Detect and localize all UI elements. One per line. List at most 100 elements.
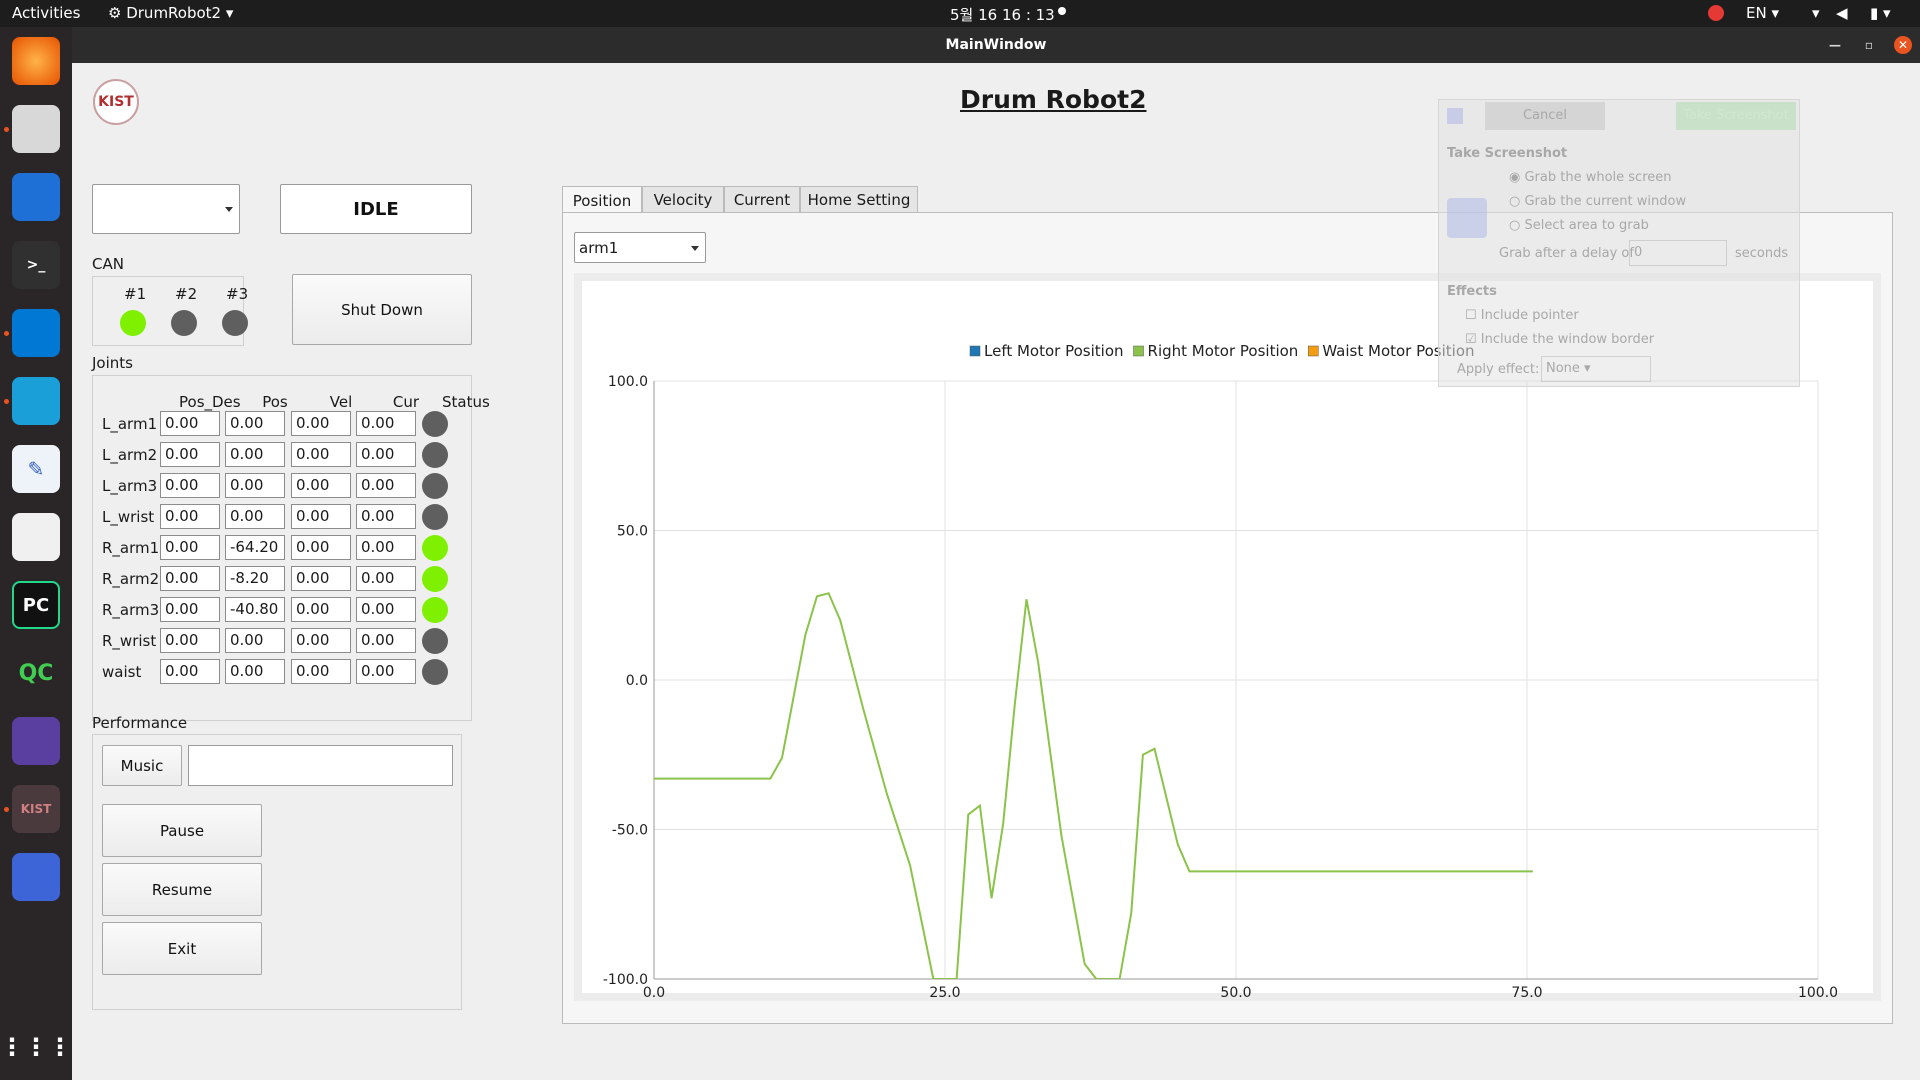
joint-status-led [422, 442, 448, 468]
screenshot-dialog: Cancel Take Screenshot Take Screenshot ◉… [1438, 99, 1800, 387]
grab-whole-screen-option[interactable]: ◉ Grab the whole screen [1509, 170, 1672, 185]
screenshot-icon[interactable] [12, 853, 60, 901]
clock[interactable]: 5월 16 16 : 13 [950, 4, 1055, 25]
joint-pos-des-field[interactable]: 0.00 [160, 504, 220, 529]
joint-cur-field[interactable]: 0.00 [356, 535, 416, 560]
shut-down-button[interactable]: Shut Down [292, 274, 472, 345]
close-button[interactable]: ✕ [1894, 36, 1912, 54]
joint-name: R_wrist [102, 632, 157, 650]
maximize-button[interactable]: ▫ [1860, 36, 1878, 54]
minimize-button[interactable]: — [1826, 36, 1844, 54]
resume-button[interactable]: Resume [102, 863, 262, 916]
firefox-icon[interactable] [12, 37, 60, 85]
joint-cur-field[interactable]: 0.00 [356, 442, 416, 467]
app-menu[interactable]: ⚙ DrumRobot2 ▾ [108, 4, 233, 22]
joints-title: Joints [92, 354, 133, 372]
music-file-input[interactable] [188, 745, 453, 786]
joint-cur-field[interactable]: 0.00 [356, 597, 416, 622]
notification-dot [1058, 7, 1066, 15]
joint-vel-field[interactable]: 0.00 [291, 473, 351, 498]
joint-name: L_arm1 [102, 415, 158, 433]
joint-cur-field[interactable]: 0.00 [356, 628, 416, 653]
qt-creator-icon[interactable]: QC [12, 649, 60, 697]
joint-vel-field[interactable]: 0.00 [291, 628, 351, 653]
activities-button[interactable]: Activities [12, 4, 80, 22]
music-button[interactable]: Music [102, 745, 182, 786]
joint-pos-field[interactable]: 0.00 [225, 442, 285, 467]
joint-pos-field[interactable]: 0.00 [225, 628, 285, 653]
language-indicator[interactable]: EN ▾ [1746, 4, 1779, 22]
wifi-icon[interactable]: ▾ [1812, 4, 1820, 22]
grab-window-option[interactable]: ○ Grab the current window [1509, 194, 1686, 209]
joint-pos-des-field[interactable]: 0.00 [160, 566, 220, 591]
joint-vel-field[interactable]: 0.00 [291, 535, 351, 560]
battery-icon[interactable]: ▮ ▾ [1870, 4, 1891, 22]
joint-vel-field[interactable]: 0.00 [291, 566, 351, 591]
joint-pos-des-field[interactable]: 0.00 [160, 597, 220, 622]
select-area-option[interactable]: ○ Select area to grab [1509, 218, 1649, 233]
dialog-cancel-button[interactable]: Cancel [1485, 102, 1605, 130]
port-select[interactable] [92, 184, 240, 234]
joint-pos-des-field[interactable]: 0.00 [160, 473, 220, 498]
volume-icon[interactable]: ◀ [1836, 4, 1848, 22]
joint-pos-field[interactable]: -8.20 [225, 566, 285, 591]
joint-name: R_arm3 [102, 601, 160, 619]
pause-button[interactable]: Pause [102, 804, 262, 857]
joint-pos-field[interactable]: 0.00 [225, 659, 285, 684]
joints-header: Pos [262, 393, 288, 411]
running-indicator [4, 127, 9, 132]
joint-pos-des-field[interactable]: 0.00 [160, 535, 220, 560]
joint-cur-field[interactable]: 0.00 [356, 566, 416, 591]
exit-button[interactable]: Exit [102, 922, 262, 975]
joint-vel-field[interactable]: 0.00 [291, 659, 351, 684]
joint-vel-field[interactable]: 0.00 [291, 442, 351, 467]
legend-swatch [1308, 345, 1319, 357]
joint-status-led [422, 504, 448, 530]
arm-select[interactable]: arm1 [574, 232, 706, 263]
pycharm-icon[interactable]: PC [12, 581, 60, 629]
kist-logo: KIST [93, 79, 139, 125]
drumrobot-app-icon[interactable]: KIST [12, 785, 60, 833]
do-not-disturb-icon[interactable] [1708, 5, 1724, 21]
joint-cur-field[interactable]: 0.00 [356, 659, 416, 684]
joint-pos-des-field[interactable]: 0.00 [160, 411, 220, 436]
joint-pos-field[interactable]: -64.20 [225, 535, 285, 560]
tab-current[interactable]: Current [724, 186, 800, 213]
joint-pos-des-field[interactable]: 0.00 [160, 442, 220, 467]
joint-status-led [422, 411, 448, 437]
joint-pos-des-field[interactable]: 0.00 [160, 628, 220, 653]
impress-icon[interactable] [12, 173, 60, 221]
joint-cur-field[interactable]: 0.00 [356, 411, 416, 436]
take-screenshot-button[interactable]: Take Screenshot [1676, 102, 1796, 130]
bird-app-icon[interactable] [12, 377, 60, 425]
show-apps-icon[interactable]: ⋮⋮⋮ [0, 1023, 72, 1071]
joint-cur-field[interactable]: 0.00 [356, 473, 416, 498]
apply-effect-select[interactable]: None ▾ [1541, 356, 1651, 382]
files-icon[interactable] [12, 105, 60, 153]
joint-pos-field[interactable]: -40.80 [225, 597, 285, 622]
obsidian-icon[interactable] [12, 717, 60, 765]
include-border-checkbox[interactable]: ☑ Include the window border [1465, 332, 1654, 347]
tab-velocity[interactable]: Velocity [642, 186, 724, 213]
arm-select-value: arm1 [579, 239, 619, 257]
main-window: MainWindow — ▫ ✕ KIST Drum Robot2 IDLE C… [72, 27, 1920, 1080]
terminal-icon[interactable]: >_ [12, 241, 60, 289]
joint-pos-field[interactable]: 0.00 [225, 504, 285, 529]
joint-name: L_wrist [102, 508, 155, 526]
can-title: CAN [92, 255, 124, 273]
text-editor-icon[interactable]: ✎ [12, 445, 60, 493]
document-viewer-icon[interactable] [12, 513, 60, 561]
delay-input[interactable]: 0 [1629, 240, 1727, 266]
joint-vel-field[interactable]: 0.00 [291, 504, 351, 529]
tab-home-setting[interactable]: Home Setting [800, 186, 918, 213]
joint-pos-field[interactable]: 0.00 [225, 411, 285, 436]
chevron-down-icon [691, 245, 699, 251]
include-pointer-checkbox[interactable]: ☐ Include pointer [1465, 308, 1579, 323]
joint-vel-field[interactable]: 0.00 [291, 411, 351, 436]
tab-position[interactable]: Position [562, 186, 642, 214]
joint-vel-field[interactable]: 0.00 [291, 597, 351, 622]
vscode-icon[interactable] [12, 309, 60, 357]
joint-pos-des-field[interactable]: 0.00 [160, 659, 220, 684]
joint-pos-field[interactable]: 0.00 [225, 473, 285, 498]
joint-cur-field[interactable]: 0.00 [356, 504, 416, 529]
